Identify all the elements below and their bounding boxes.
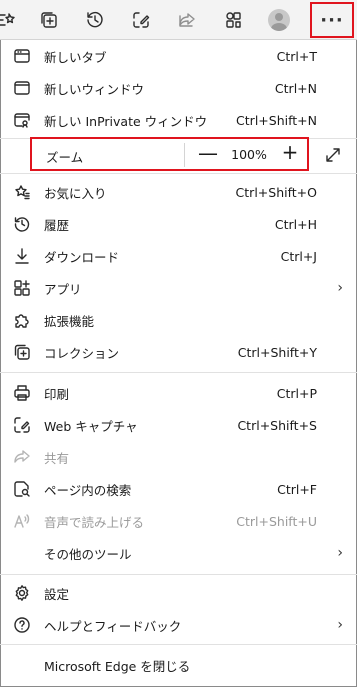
read-aloud-icon xyxy=(12,511,32,531)
menu-item-label: 新しい InPrivate ウィンドウ xyxy=(44,113,208,129)
menu-item-settings[interactable]: 設定 xyxy=(0,577,357,609)
menu-item-label: アプリ xyxy=(44,281,82,297)
chevron-right-icon: › xyxy=(337,617,343,633)
menu-item-label: ページ内の検索 xyxy=(44,482,132,498)
screenshot-icon[interactable] xyxy=(130,9,152,31)
menu-item-label: 音声で読み上げる xyxy=(44,514,145,530)
menu-item-shortcut: Ctrl+F xyxy=(277,481,317,497)
menu-item-shortcut: Ctrl+Shift+Y xyxy=(237,344,317,360)
download-icon xyxy=(12,246,32,266)
menu-item-favorites[interactable]: お気に入り Ctrl+Shift+O xyxy=(0,176,357,208)
menu-separator xyxy=(0,574,357,575)
menu-item-label: 印刷 xyxy=(44,386,70,402)
web-capture-icon xyxy=(12,415,32,435)
settings-and-more-button[interactable]: ··· xyxy=(310,2,354,38)
menu-item-label: 共有 xyxy=(44,450,70,466)
puzzle-icon xyxy=(12,310,32,330)
menu-item-shortcut: Ctrl+Shift+O xyxy=(235,184,317,200)
menu-item-label: 新しいウィンドウ xyxy=(44,81,145,97)
reading-list-icon[interactable] xyxy=(0,9,16,31)
menu-item-label: ヘルプとフィードバック xyxy=(44,618,182,634)
menu-item-shortcut: Ctrl+J xyxy=(280,248,317,264)
menu-item-shortcut: Ctrl+T xyxy=(276,48,317,64)
menu-item-label: 拡張機能 xyxy=(44,313,95,329)
menu-item-apps[interactable]: アプリ › xyxy=(0,272,357,304)
menu-separator xyxy=(0,173,357,174)
menu-item-label: 新しいタブ xyxy=(44,49,107,65)
menu-item-new-inprivate[interactable]: 新しい InPrivate ウィンドウ Ctrl+Shift+N xyxy=(0,104,357,136)
menu-item-print[interactable]: 印刷 Ctrl+P xyxy=(0,377,357,409)
menu-item-read-aloud: 音声で読み上げる Ctrl+Shift+U xyxy=(0,505,357,537)
chevron-right-icon: › xyxy=(337,280,343,296)
new-tab-icon xyxy=(12,46,32,66)
menu-item-label: コレクション xyxy=(44,345,120,361)
menu-item-find-on-page[interactable]: ページ内の検索 Ctrl+F xyxy=(0,473,357,505)
printer-icon xyxy=(12,383,32,403)
fullscreen-icon[interactable] xyxy=(322,144,344,166)
menu-item-label: 履歴 xyxy=(44,217,70,233)
menu-item-share: 共有 xyxy=(0,441,357,473)
collections-icon xyxy=(12,342,32,362)
menu-item-downloads[interactable]: ダウンロード Ctrl+J xyxy=(0,240,357,272)
menu-separator xyxy=(0,644,357,645)
find-icon xyxy=(12,479,32,499)
menu-item-label: Microsoft Edge を閉じる xyxy=(44,658,191,674)
zoom-out-button[interactable]: — xyxy=(196,141,220,167)
zoom-label: ズーム xyxy=(46,150,84,165)
menu-item-extensions[interactable]: 拡張機能 xyxy=(0,304,357,336)
inprivate-icon xyxy=(12,110,32,130)
profile-avatar[interactable] xyxy=(268,9,290,31)
menu-item-help-feedback[interactable]: ヘルプとフィードバック › xyxy=(0,609,357,641)
menu-item-new-tab[interactable]: 新しいタブ Ctrl+T xyxy=(0,40,357,72)
menu-separator xyxy=(0,372,357,373)
apps-icon xyxy=(12,278,32,298)
history-icon[interactable] xyxy=(84,9,106,31)
menu-item-shortcut: Ctrl+Shift+N xyxy=(236,112,317,128)
menu-item-label: その他のツール xyxy=(44,546,132,562)
menu-item-label: Web キャプチャ xyxy=(44,418,138,434)
menu-item-shortcut: Ctrl+H xyxy=(274,216,317,232)
menu-item-web-capture[interactable]: Web キャプチャ Ctrl+Shift+S xyxy=(0,409,357,441)
menu-item-label: 設定 xyxy=(44,586,70,602)
collections-icon[interactable] xyxy=(38,9,60,31)
extensions-icon[interactable] xyxy=(222,9,244,31)
history-icon xyxy=(12,214,32,234)
menu-item-shortcut: Ctrl+P xyxy=(276,385,317,401)
menu-item-label: ダウンロード xyxy=(44,249,120,265)
menu-item-label: お気に入り xyxy=(44,185,107,201)
menu-item-new-window[interactable]: 新しいウィンドウ Ctrl+N xyxy=(0,72,357,104)
zoom-in-button[interactable]: + xyxy=(278,140,302,166)
help-icon xyxy=(12,615,32,635)
zoom-divider xyxy=(184,143,185,167)
gear-icon xyxy=(12,583,32,603)
new-window-icon xyxy=(12,78,32,98)
menu-item-shortcut: Ctrl+Shift+U xyxy=(236,513,317,529)
share-icon xyxy=(12,447,32,467)
menu-item-more-tools[interactable]: その他のツール › xyxy=(0,537,357,569)
menu-item-close-edge[interactable]: Microsoft Edge を閉じる xyxy=(0,649,357,681)
menu-item-shortcut: Ctrl+N xyxy=(274,80,317,96)
menu-item-collections[interactable]: コレクション Ctrl+Shift+Y xyxy=(0,336,357,368)
menu-item-history[interactable]: 履歴 Ctrl+H xyxy=(0,208,357,240)
zoom-level: 100% xyxy=(231,147,267,162)
favorites-icon xyxy=(12,182,32,202)
share-icon[interactable] xyxy=(176,9,198,31)
browser-toolbar: ··· xyxy=(0,0,357,40)
menu-item-shortcut: Ctrl+Shift+S xyxy=(237,417,317,433)
zoom-control: ズーム — 100% + xyxy=(30,137,309,171)
chevron-right-icon: › xyxy=(337,545,343,561)
